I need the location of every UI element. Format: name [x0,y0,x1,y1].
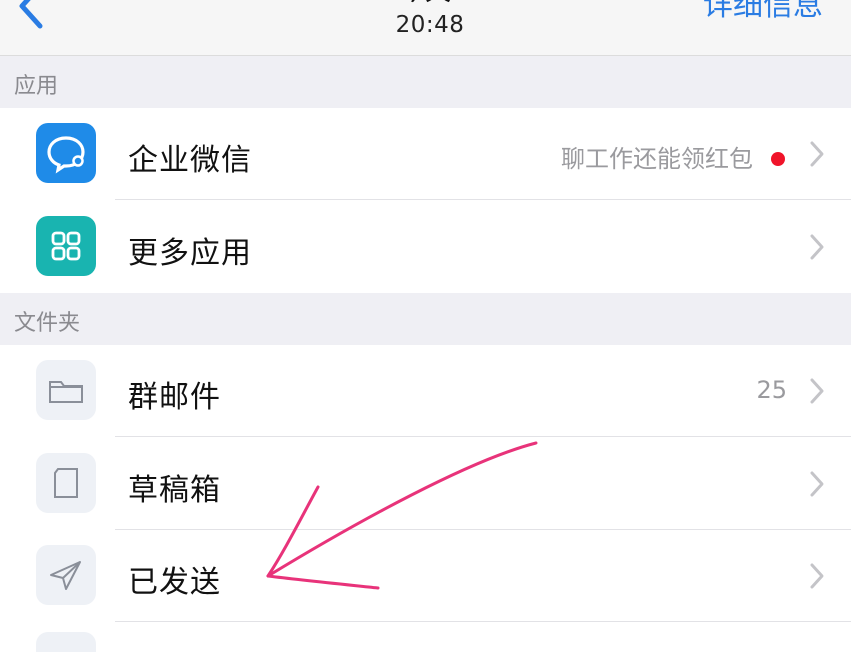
notification-dot [771,152,785,166]
list-item-drafts[interactable]: 草稿箱 [0,438,851,530]
section-header-apps: 应用 [0,56,851,108]
chevron-right-icon [810,471,824,497]
wecom-icon [36,123,96,183]
list-item-more-apps[interactable]: 更多应用 [0,201,851,293]
section-title: 文件夹 [14,311,81,336]
details-link[interactable]: 详细信息 [703,0,823,26]
list-item-label: 已发送 [128,565,221,600]
folder-icon [36,632,96,652]
list-item-group-mail[interactable]: 群邮件 25 [0,345,851,437]
list-item-sent[interactable]: 已发送 [0,530,851,622]
list-item-wecom[interactable]: 企业微信 聊工作还能领红包 [0,108,851,200]
list-item-label: 更多应用 [128,236,252,271]
list-item-partial[interactable] [0,622,851,652]
folder-icon [36,360,96,420]
section-title: 应用 [14,74,59,99]
send-icon [36,545,96,605]
draft-icon [36,453,96,513]
navigation-bar: 今天 20:48 详细信息 [0,0,851,56]
chevron-right-icon [810,234,824,260]
list-item-label: 群邮件 [128,380,221,415]
chevron-right-icon [810,141,824,167]
apps-grid-icon [36,216,96,276]
list-item-label: 草稿箱 [128,473,221,508]
unread-count: 25 [756,376,787,404]
nav-title: 今天 [380,0,470,6]
chevron-left-icon[interactable] [10,0,50,36]
promo-text: 聊工作还能领红包 [561,145,753,173]
section-header-folders: 文件夹 [0,293,851,345]
nav-time: 20:48 [395,12,465,38]
chevron-right-icon [810,378,824,404]
chevron-right-icon [810,563,824,589]
list-item-label: 企业微信 [128,143,252,178]
